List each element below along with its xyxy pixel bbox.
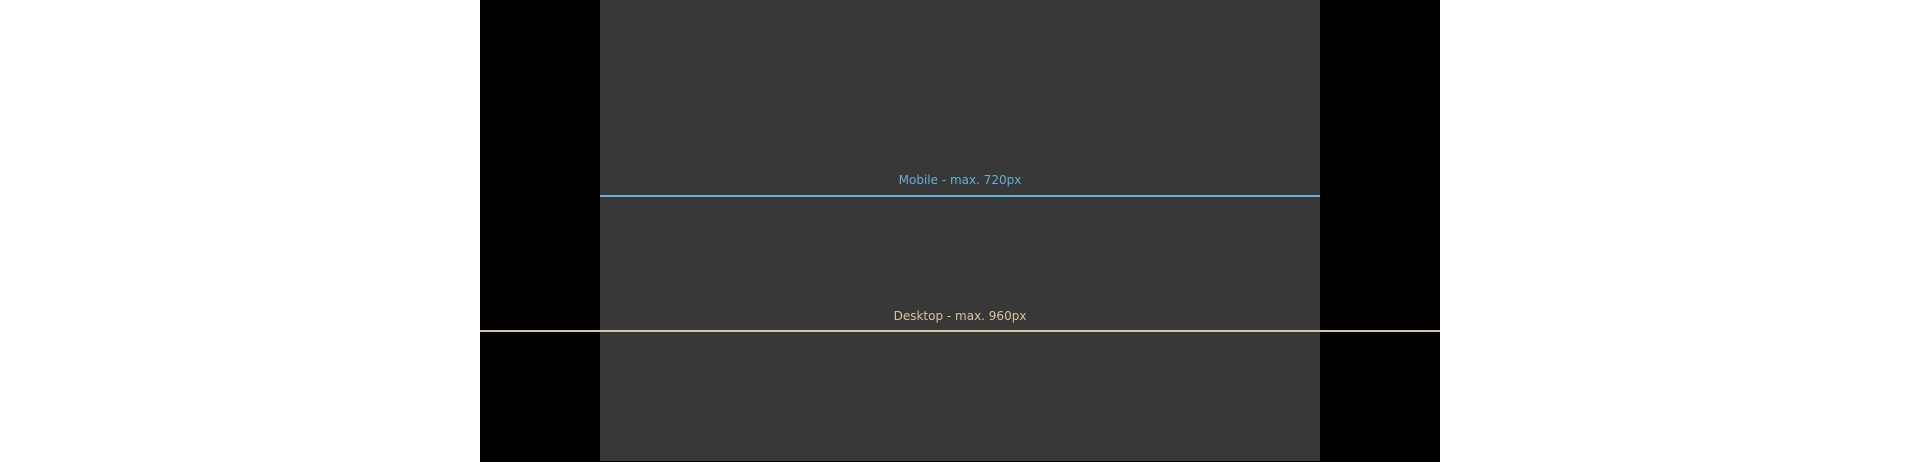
desktop-breakpoint-line [480, 330, 1440, 332]
mobile-breakpoint-line [600, 195, 1320, 197]
page: Mobile - max. 720px Desktop - max. 960px [0, 0, 1920, 462]
desktop-viewport-frame: Mobile - max. 720px Desktop - max. 960px [480, 0, 1440, 462]
desktop-breakpoint-label: Desktop - max. 960px [893, 309, 1027, 323]
mobile-content-column [600, 0, 1320, 461]
mobile-breakpoint-label: Mobile - max. 720px [898, 173, 1022, 187]
